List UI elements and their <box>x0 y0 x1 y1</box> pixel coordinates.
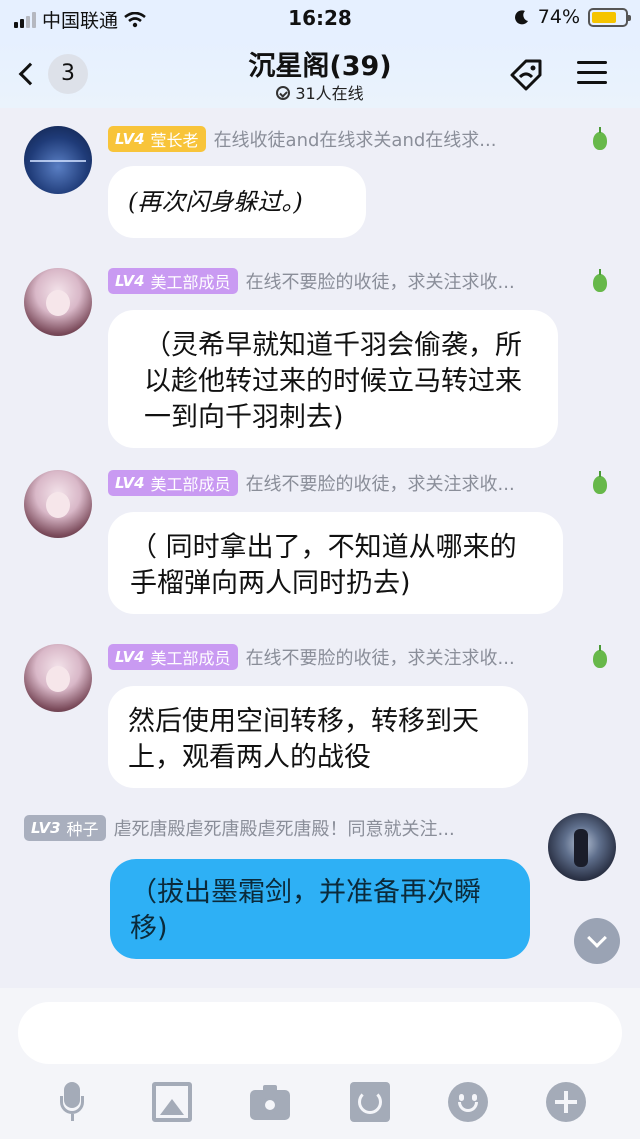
member-badge: LV4 美工部成员 <box>108 644 238 670</box>
leaf-icon <box>593 127 607 150</box>
avatar[interactable] <box>24 268 92 336</box>
tag-glyph <box>510 59 542 91</box>
message-bubble[interactable]: （ 同时拿出了，不知道从哪来的手榴弹向两人同时扔去) <box>108 512 563 614</box>
member-badge: LV4 美工部成员 <box>108 470 238 496</box>
sender-meta: LV4 美工部成员 在线不要脸的收徒，求关注求收... <box>108 644 578 670</box>
message-bubble[interactable]: (再次闪身躲过。) <box>108 166 366 238</box>
message-bubble[interactable]: （灵希早就知道千羽会偷袭，所以趁他转过来的时候立马转过来一到向千羽刺去) <box>108 310 558 448</box>
message-item: LV4 美工部成员 在线不要脸的收徒，求关注求收... （ 同时拿出了，不知道从哪… <box>0 448 640 618</box>
message-text: （灵希早就知道千羽会偷袭，所以趁他转过来的时候立马转过来一到向千羽刺去) <box>144 330 522 433</box>
message-bubble[interactable]: （拔出墨霜剑，并准备再次瞬移) <box>110 859 530 959</box>
plus-icon[interactable] <box>546 1082 586 1122</box>
message-text: 然后使用空间转移，转移到天上，观看两人的战役 <box>128 706 479 773</box>
emoji-eye <box>472 1094 477 1101</box>
emoji-eye <box>459 1094 464 1101</box>
status-bar: 中国联通 16:28 74% <box>0 0 640 36</box>
avatar[interactable] <box>24 644 92 712</box>
message-text: （ 同时拿出了，不知道从哪来的手榴弹向两人同时扔去) <box>130 532 517 599</box>
role-label: 美工部成员 <box>150 649 231 668</box>
sender-meta: LV4 莹长老 在线收徒and在线求关and在线求... <box>108 126 578 152</box>
sender-signature: 在线不要脸的收徒，求关注求收... <box>245 272 515 293</box>
menu-icon[interactable] <box>574 53 614 93</box>
member-badge: LV4 莹长老 <box>108 126 206 152</box>
avatar[interactable] <box>24 126 92 194</box>
tag-icon[interactable] <box>506 53 546 93</box>
chat-header: 3 沉星阁(39) 31人在线 <box>0 36 640 108</box>
image-icon[interactable] <box>152 1082 192 1122</box>
sender-signature: 虐死唐殿虐死唐殿虐死唐殿！同意就关注... <box>113 819 455 840</box>
message-bubble[interactable]: 然后使用空间转移，转移到天上，观看两人的战役 <box>108 686 528 788</box>
message-text: （拔出墨霜剑，并准备再次瞬移) <box>130 877 481 944</box>
level-label: LV3 <box>31 819 61 837</box>
message-text: (再次闪身躲过。) <box>128 188 303 216</box>
battery-percent: 74% <box>537 6 580 28</box>
status-right: 74% <box>514 6 631 28</box>
message-item-own: LV3 种子 虐死唐殿虐死唐殿虐死唐殿！同意就关注... （拔出墨霜剑，并准备再次… <box>0 793 640 988</box>
composer <box>0 988 640 1139</box>
sender-meta: LV4 美工部成员 在线不要脸的收徒，求关注求收... <box>108 268 578 294</box>
member-badge: LV3 种子 <box>24 815 106 841</box>
camera-icon[interactable] <box>250 1082 290 1122</box>
emoji-icon[interactable] <box>448 1082 488 1122</box>
level-label: LV4 <box>115 474 145 492</box>
avatar[interactable] <box>24 470 92 538</box>
message-item: LV4 莹长老 在线收徒and在线求关and在线求... (再次闪身躲过。) <box>0 108 640 248</box>
menu-line <box>577 71 607 74</box>
leaf-icon <box>593 645 607 668</box>
red-envelope-icon[interactable] <box>350 1082 390 1122</box>
message-input[interactable] <box>18 1002 622 1064</box>
sender-signature: 在线不要脸的收徒，求关注求收... <box>245 648 515 669</box>
role-label: 莹长老 <box>150 131 199 150</box>
microphone-icon[interactable] <box>52 1082 92 1122</box>
mic-base <box>71 1114 74 1121</box>
leaf-icon <box>593 471 607 494</box>
online-count: 31人在线 <box>295 84 364 103</box>
role-label: 美工部成员 <box>150 475 231 494</box>
menu-line <box>577 81 607 84</box>
message-list[interactable]: LV4 莹长老 在线收徒and在线求关and在线求... (再次闪身躲过。) LV… <box>0 108 640 988</box>
sender-signature: 在线不要脸的收徒，求关注求收... <box>245 474 515 495</box>
sender-meta: LV3 种子 虐死唐殿虐死唐殿虐死唐殿！同意就关注... <box>24 815 524 841</box>
leaf-icon <box>593 269 607 292</box>
sender-signature: 在线收徒and在线求关and在线求... <box>213 130 497 151</box>
sender-meta: LV4 美工部成员 在线不要脸的收徒，求关注求收... <box>108 470 578 496</box>
member-badge: LV4 美工部成员 <box>108 268 238 294</box>
level-label: LV4 <box>115 272 145 290</box>
message-item: LV4 美工部成员 在线不要脸的收徒，求关注求收... （灵希早就知道千羽会偷袭，… <box>0 248 640 448</box>
camera-lens <box>262 1097 278 1113</box>
battery-fill <box>592 11 616 23</box>
menu-line <box>577 61 607 64</box>
battery-icon <box>588 7 631 27</box>
mic-stand <box>60 1096 84 1114</box>
level-label: LV4 <box>115 648 145 666</box>
message-item: LV4 美工部成员 在线不要脸的收徒，求关注求收... 然后使用空间转移，转移到天… <box>0 618 640 793</box>
emoji-mouth <box>458 1102 478 1112</box>
avatar[interactable] <box>548 813 616 881</box>
online-check-icon <box>276 86 291 100</box>
moon-icon <box>514 10 528 25</box>
role-label: 种子 <box>66 820 99 839</box>
role-label: 美工部成员 <box>150 273 231 292</box>
scroll-down-button[interactable] <box>574 918 620 964</box>
level-label: LV4 <box>115 130 145 148</box>
